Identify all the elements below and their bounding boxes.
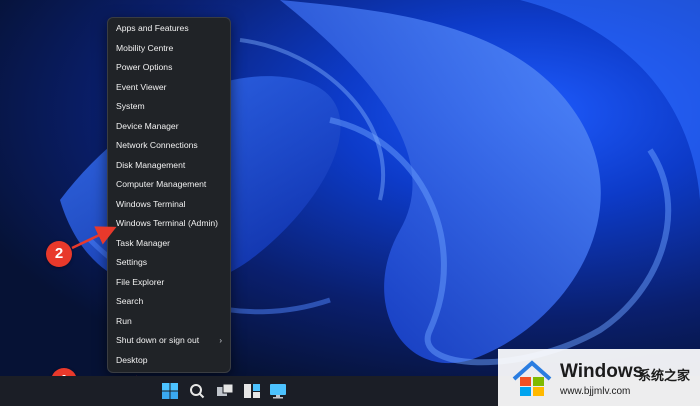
menu-item-network-connections[interactable]: Network Connections [108, 136, 230, 156]
menu-item-task-manager[interactable]: Task Manager [108, 234, 230, 254]
task-view-icon[interactable] [215, 381, 235, 401]
menu-item-device-manager[interactable]: Device Manager [108, 117, 230, 137]
menu-item-shut-down-or-sign-out[interactable]: Shut down or sign out › [108, 331, 230, 351]
search-icon[interactable] [187, 381, 207, 401]
house-logo-icon [512, 360, 552, 396]
monitor-icon[interactable] [268, 381, 288, 401]
widgets-icon[interactable] [242, 381, 262, 401]
menu-item-run[interactable]: Run [108, 312, 230, 332]
menu-item-windows-terminal-admin[interactable]: Windows Terminal (Admin) [108, 214, 230, 234]
menu-item-label: Shut down or sign out [116, 335, 200, 345]
menu-item-mobility-centre[interactable]: Mobility Centre [108, 39, 230, 59]
winx-context-menu: Apps and Features Mobility Centre Power … [107, 17, 231, 373]
menu-item-power-options[interactable]: Power Options [108, 58, 230, 78]
watermark-brand-cn: 系统之家 [638, 368, 691, 383]
site-watermark: Windows 系统之家 www.bjjmlv.com [498, 349, 700, 406]
watermark-brand: Windows [560, 361, 644, 382]
desktop-wallpaper [0, 0, 700, 376]
annotation-badge-2: 2 [46, 241, 72, 267]
menu-item-disk-management[interactable]: Disk Management [108, 156, 230, 176]
chevron-right-icon: › [219, 336, 222, 345]
menu-item-system[interactable]: System [108, 97, 230, 117]
menu-item-search[interactable]: Search [108, 292, 230, 312]
menu-item-file-explorer[interactable]: File Explorer [108, 273, 230, 293]
menu-item-desktop[interactable]: Desktop [108, 351, 230, 371]
menu-item-event-viewer[interactable]: Event Viewer [108, 78, 230, 98]
watermark-url: www.bjjmlv.com [560, 386, 631, 397]
windows-start-icon[interactable] [160, 381, 180, 401]
menu-item-computer-management[interactable]: Computer Management [108, 175, 230, 195]
menu-item-windows-terminal[interactable]: Windows Terminal [108, 195, 230, 215]
menu-item-apps-and-features[interactable]: Apps and Features [108, 19, 230, 39]
menu-item-settings[interactable]: Settings [108, 253, 230, 273]
